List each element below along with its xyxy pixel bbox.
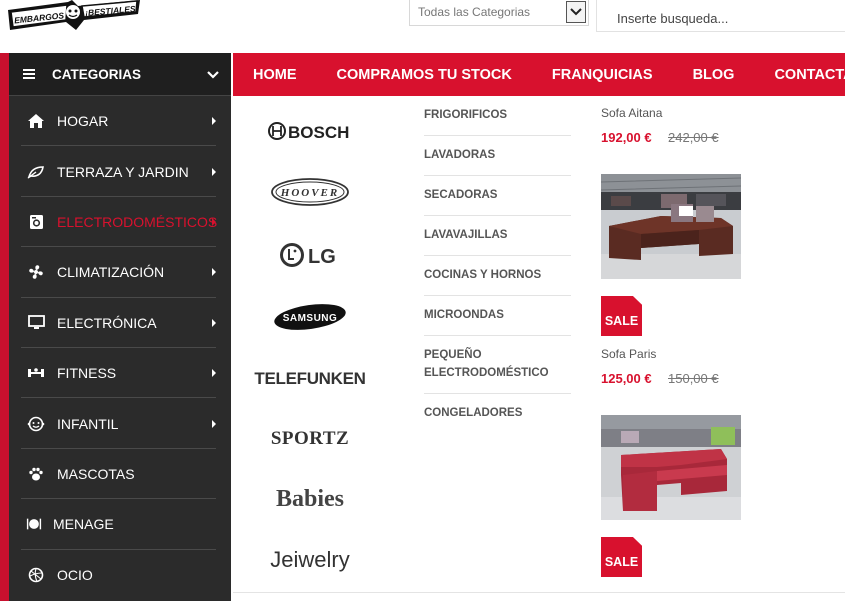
monitor-icon	[26, 314, 46, 332]
home-icon	[26, 112, 46, 130]
categories-toggle[interactable]: CATEGORIAS	[9, 53, 231, 96]
brand-telefunken[interactable]: TELEFUNKEN	[254, 359, 366, 399]
sidebar-item-hogar[interactable]: HOGAR	[9, 96, 231, 147]
caret-right-icon	[212, 419, 216, 428]
product-price: 125,00 €	[601, 371, 652, 386]
sidebar-item-mascotas[interactable]: MASCOTAS	[9, 449, 231, 500]
subcategory-link[interactable]: COCINAS Y HORNOS	[424, 256, 571, 296]
product-image-red-sofa[interactable]	[601, 415, 741, 520]
sale-badge: SALE	[601, 537, 642, 577]
sidebar-item-label: HOGAR	[57, 113, 109, 130]
caret-right-icon	[212, 369, 216, 378]
svg-text:LG: LG	[308, 246, 336, 268]
sidebar-item-label: INFANTIL	[57, 415, 119, 432]
product-price: 192,00 €	[601, 130, 652, 145]
search-input[interactable]	[596, 0, 845, 32]
leaf-icon	[26, 163, 46, 181]
nav-contacta[interactable]: CONTACTA	[774, 67, 845, 83]
ball-icon	[26, 566, 46, 584]
caret-right-icon	[212, 318, 216, 327]
product-old-price: 242,00 €	[668, 130, 719, 145]
site-logo[interactable]: EMBARGOS ¡BESTIALES!	[8, 0, 142, 32]
fan-icon	[26, 263, 46, 281]
category-sidebar: CATEGORIAS HOGAR TERRAZA Y JARDIN ELECTR…	[9, 53, 231, 601]
caret-right-icon	[212, 167, 216, 176]
svg-text:HOOVER: HOOVER	[280, 187, 339, 199]
sidebar-item-terraza-y-jardin[interactable]: TERRAZA Y JARDIN	[9, 146, 231, 198]
subcategory-link[interactable]: LAVAVAJILLAS	[424, 216, 571, 256]
main-nav: HOME COMPRAMOS TU STOCK FRANQUICIAS BLOG…	[233, 53, 845, 96]
product-title[interactable]: Sofa Aitana	[601, 106, 662, 120]
caret-right-icon	[212, 117, 216, 126]
mega-menu-panel: BOSCH HOOVER LG SAMSUNG TELEFUNKEN SPORT…	[233, 96, 845, 593]
sidebar-item-ocio[interactable]: OCIO	[9, 550, 231, 600]
sidebar-item-label: MENAGE	[53, 516, 114, 533]
sidebar-item-electrodomesticos[interactable]: ELECTRODOMÉSTICOS	[9, 197, 231, 248]
subcategory-link[interactable]: FRIGORIFICOS	[424, 96, 571, 136]
brand-hoover[interactable]: HOOVER	[255, 172, 365, 212]
nav-blog[interactable]: BLOG	[693, 67, 735, 83]
baby-icon	[26, 415, 46, 433]
dining-icon	[26, 515, 42, 533]
caret-right-icon	[212, 217, 216, 226]
subcategory-link[interactable]: LAVADORAS	[424, 136, 571, 176]
sidebar-item-label: MASCOTAS	[57, 465, 135, 482]
subcategory-link[interactable]: CONGELADORES	[424, 394, 571, 433]
nav-home[interactable]: HOME	[253, 67, 297, 83]
brand-sportz[interactable]: SPORTZ	[255, 419, 365, 459]
brand-lg[interactable]: LG	[255, 235, 365, 275]
sidebar-item-menage[interactable]: MENAGE	[9, 499, 231, 550]
brand-telefunken-label: TELEFUNKEN	[254, 369, 366, 388]
sidebar-item-label: TERRAZA Y JARDIN	[57, 163, 189, 180]
sidebar-item-electronica[interactable]: ELECTRÓNICA	[9, 298, 231, 349]
paw-icon	[26, 465, 46, 483]
sidebar-item-label: FITNESS	[57, 365, 117, 382]
washing-machine-icon	[26, 213, 46, 231]
category-select-value: Todas las Categorias	[418, 5, 531, 19]
sidebar-item-climatizacion[interactable]: CLIMATIZACIÓN	[9, 247, 231, 298]
subcategory-link[interactable]: SECADORAS	[424, 176, 571, 216]
svg-text:BOSCH: BOSCH	[288, 123, 349, 142]
dropdown-arrow-icon[interactable]	[566, 1, 586, 23]
sidebar-item-label: CLIMATIZACIÓN	[57, 264, 165, 281]
dumbbell-icon	[26, 364, 46, 382]
nav-compramos-tu-stock[interactable]: COMPRAMOS TU STOCK	[337, 67, 512, 83]
brand-babies-label: Babies	[275, 485, 344, 512]
brand-bosch[interactable]: BOSCH	[255, 111, 365, 151]
categories-title: CATEGORIAS	[52, 66, 142, 82]
subcategory-link[interactable]: MICROONDAS	[424, 296, 571, 336]
sidebar-item-label: OCIO	[57, 566, 93, 583]
sidebar-item-label: ELECTRÓNICA	[57, 314, 157, 331]
category-select[interactable]: Todas las Categorias	[409, 0, 589, 26]
brand-sportz-label: SPORTZ	[270, 428, 350, 449]
caret-right-icon	[212, 268, 216, 277]
sidebar-item-fitness[interactable]: FITNESS	[9, 348, 231, 399]
brand-jeiwelry-label: Jeiwelry	[270, 547, 350, 572]
brand-babies[interactable]: Babies	[255, 479, 365, 519]
product-image-brown-sofa[interactable]	[601, 174, 741, 279]
sidebar-item-label: ELECTRODOMÉSTICOS	[57, 213, 218, 230]
menu-icon	[23, 69, 35, 79]
chevron-down-icon	[207, 67, 219, 82]
sale-badge: SALE	[601, 296, 642, 336]
left-accent-bar	[0, 53, 9, 601]
svg-text:SAMSUNG: SAMSUNG	[283, 313, 338, 324]
brand-samsung[interactable]: SAMSUNG	[255, 297, 365, 337]
product-old-price: 150,00 €	[668, 371, 719, 386]
nav-franquicias[interactable]: FRANQUICIAS	[552, 67, 653, 83]
subcategory-link[interactable]: PEQUEÑO ELECTRODOMÉSTICO	[424, 336, 571, 394]
product-title[interactable]: Sofa Paris	[601, 347, 656, 361]
sidebar-item-infantil[interactable]: INFANTIL	[9, 398, 231, 450]
subcategory-list: FRIGORIFICOS LAVADORAS SECADORAS LAVAVAJ…	[424, 96, 571, 433]
brand-jeiwelry[interactable]: Jeiwelry	[255, 540, 365, 580]
